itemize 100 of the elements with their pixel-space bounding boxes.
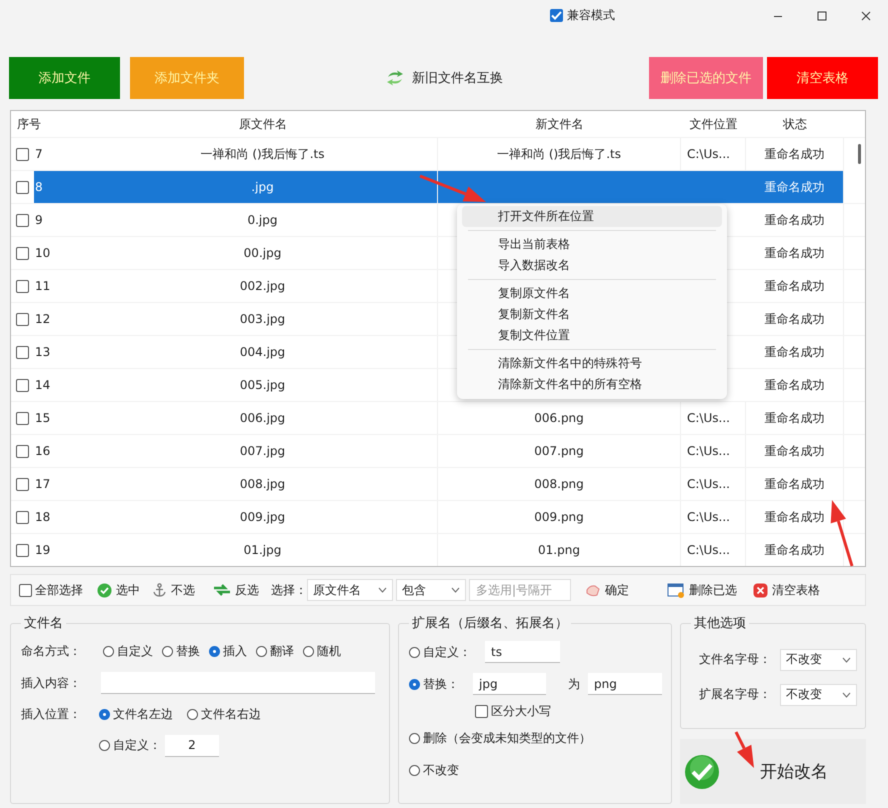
row-number: 19 <box>35 543 50 557</box>
chevron-icon <box>378 587 387 593</box>
checkbox[interactable] <box>16 444 29 458</box>
row-number: 11 <box>35 279 50 293</box>
filter-field[interactable]: 多选用|号隔开 <box>469 579 571 601</box>
table-cell: 重命名成功 <box>746 435 844 467</box>
menu-item[interactable]: 清除新文件名中的所有空格 <box>462 374 722 395</box>
table-cell: 009.png <box>438 501 681 533</box>
replace-field[interactable]: png <box>588 673 662 695</box>
menu-item[interactable]: 导出当前表格 <box>462 234 722 255</box>
start-button[interactable]: 开始改名 <box>680 739 866 804</box>
toolbar-button[interactable]: 清空表格 <box>767 57 878 99</box>
radio-button[interactable] <box>99 709 110 720</box>
scrollbar-thumb[interactable] <box>858 144 861 164</box>
column-header[interactable]: 序号 <box>11 116 88 132</box>
action-button[interactable]: 不选 <box>152 582 195 598</box>
checkbox[interactable] <box>16 312 29 326</box>
match-dropdown[interactable]: 包含 <box>396 579 466 601</box>
select-all-label: 全部选择 <box>35 582 83 598</box>
menu-item[interactable]: 清除新文件名中的特殊符号 <box>462 353 722 374</box>
extension-field[interactable]: ts <box>485 641 560 663</box>
checkbox[interactable] <box>16 148 29 160</box>
checkbox[interactable] <box>19 584 32 596</box>
radio-button[interactable] <box>162 646 173 657</box>
column-header[interactable]: 原文件名 <box>88 116 438 132</box>
radio-label: 插入 <box>223 643 247 660</box>
table-cell: 重命名成功 <box>746 237 844 269</box>
radio-label: 不改变 <box>423 762 459 778</box>
checkbox[interactable] <box>16 510 29 524</box>
filter-label: 选择： <box>271 582 307 598</box>
checkbox[interactable] <box>16 246 29 260</box>
table-cell: C:\Us... <box>681 435 746 467</box>
panel-title: 其他选项 <box>693 615 747 632</box>
radio-button[interactable] <box>409 646 420 658</box>
field-dropdown[interactable]: 原文件名 <box>307 579 393 601</box>
clear-table-button[interactable]: 清空表格 <box>753 582 820 598</box>
radio-button[interactable] <box>99 740 110 751</box>
toolbar-button[interactable]: 添加文件 <box>9 57 120 99</box>
radio-button[interactable] <box>209 646 220 657</box>
table-cell: 重命名成功 <box>746 171 844 203</box>
menu-item[interactable]: 复制文件位置 <box>462 325 722 346</box>
radio-button[interactable] <box>187 709 198 720</box>
table-cell: 重命名成功 <box>746 369 844 401</box>
checkbox[interactable] <box>475 704 488 718</box>
radio-button[interactable] <box>409 764 420 776</box>
checkbox-label: 区分大小写 <box>491 702 551 720</box>
table-cell: 重命名成功 <box>746 402 844 434</box>
column-header[interactable]: 文件位置 <box>681 116 746 132</box>
find-field[interactable]: jpg <box>473 673 546 695</box>
table-cell: 004.jpg <box>88 336 438 368</box>
menu-item[interactable]: 复制原文件名 <box>462 283 722 304</box>
table-cell: 重命名成功 <box>746 336 844 368</box>
checkbox[interactable] <box>16 478 29 490</box>
row-highlight[interactable]: 8 .jpg 重命名成功 <box>11 170 844 203</box>
checkbox[interactable] <box>16 214 29 226</box>
table-cell: 002.jpg <box>88 270 438 302</box>
case-dropdown[interactable]: 不改变 <box>780 648 857 670</box>
field-label: 插入内容： <box>21 674 82 692</box>
action-button[interactable]: 选中 <box>97 582 140 598</box>
table-cell: 008.png <box>438 468 681 500</box>
table-cell: 003.jpg <box>88 303 438 335</box>
action-button[interactable]: 反选 <box>213 582 259 598</box>
table-cell: 重命名成功 <box>746 303 844 335</box>
field-label: 命名方式： <box>21 643 82 660</box>
checkbox[interactable] <box>16 180 29 194</box>
annotation-arrow <box>734 731 754 768</box>
radio-label: 自定义 <box>117 643 153 660</box>
menu-item[interactable]: 导入数据改名 <box>462 255 722 276</box>
field-label: 扩展名字母： <box>699 686 771 703</box>
case-dropdown[interactable]: 不改变 <box>780 684 857 706</box>
checkbox[interactable] <box>550 9 563 22</box>
table-cell: 一禅和尚 ()我后悔了.ts <box>88 138 438 170</box>
table-cell: 重命名成功 <box>746 534 844 566</box>
row-number: 7 <box>35 147 43 161</box>
radio-button[interactable] <box>303 646 314 657</box>
checkbox[interactable] <box>16 346 29 358</box>
checkbox[interactable] <box>16 544 29 556</box>
checkbox[interactable] <box>16 280 29 292</box>
column-header[interactable]: 状态 <box>746 116 844 132</box>
column-header[interactable]: 新文件名 <box>438 116 681 132</box>
confirm-button[interactable]: 确定 <box>585 582 629 598</box>
radio-label: 自定义： <box>423 644 471 660</box>
checkbox[interactable] <box>16 412 29 424</box>
position-field[interactable]: 2 <box>165 734 219 756</box>
radio-button[interactable] <box>256 646 267 657</box>
table-cell: 006.jpg <box>88 402 438 434</box>
content-field[interactable] <box>101 672 375 694</box>
radio-button[interactable] <box>409 732 420 744</box>
table-cell: C:\Us... <box>681 534 746 566</box>
radio-button[interactable] <box>409 678 420 690</box>
panel-title: 扩展名（后缀名、拓展名） <box>411 615 569 632</box>
checkbox[interactable] <box>16 378 29 392</box>
panel-title: 文件名 <box>23 615 64 632</box>
chevron-icon <box>842 692 851 698</box>
menu-item[interactable]: 打开文件所在位置 <box>462 206 722 227</box>
menu-item[interactable]: 复制新文件名 <box>462 304 722 325</box>
delete-selected-button[interactable]: 删除已选 <box>667 582 737 598</box>
radio-button[interactable] <box>103 646 114 657</box>
row-number: 17 <box>35 477 50 491</box>
row-number: 14 <box>35 378 50 392</box>
